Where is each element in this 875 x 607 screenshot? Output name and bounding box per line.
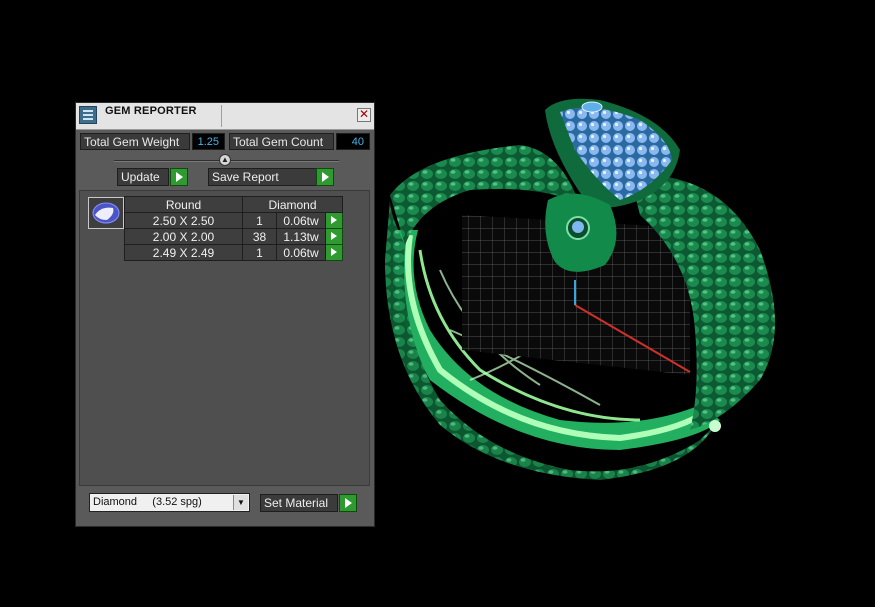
save-report-button[interactable]: Save Report xyxy=(208,168,318,186)
set-material-button[interactable]: Set Material xyxy=(260,494,338,512)
gem-count: 38 xyxy=(242,228,277,245)
gem-size: 2.49 X 2.49 xyxy=(124,244,243,261)
gem-weight: 1.13tw xyxy=(276,228,326,245)
round-gem-icon[interactable] xyxy=(88,197,124,229)
save-report-play-icon[interactable] xyxy=(316,168,334,186)
update-button[interactable]: Update xyxy=(117,168,169,186)
gem-weight: 0.06tw xyxy=(276,244,326,261)
table-row: 2.49 X 2.49 1 0.06tw xyxy=(124,244,343,261)
chevron-down-icon[interactable]: ▼ xyxy=(233,495,248,510)
table-row: 2.00 X 2.00 38 1.13tw xyxy=(124,228,343,245)
gem-size: 2.50 X 2.50 xyxy=(124,212,243,229)
collapse-icon[interactable]: ▲ xyxy=(219,154,231,166)
panel-title: GEM REPORTER xyxy=(105,105,197,117)
table-row: 2.50 X 2.50 1 0.06tw xyxy=(124,212,343,229)
total-gem-weight-label: Total Gem Weight xyxy=(80,133,190,150)
set-material-play-icon[interactable] xyxy=(339,494,357,512)
row-play-icon[interactable] xyxy=(325,228,343,245)
total-gem-count-label: Total Gem Count xyxy=(229,133,334,150)
material-select-value: Diamond (3.52 spg) xyxy=(93,496,202,508)
gem-weight: 0.06tw xyxy=(276,212,326,229)
update-play-icon[interactable] xyxy=(170,168,188,186)
material-select[interactable]: Diamond (3.52 spg) ▼ xyxy=(89,493,250,512)
total-gem-count-value: 40 xyxy=(336,133,370,150)
row-play-icon[interactable] xyxy=(325,244,343,261)
row-play-icon[interactable] xyxy=(325,212,343,229)
shape-header: Round xyxy=(124,196,243,213)
title-divider xyxy=(221,105,222,127)
gem-count: 1 xyxy=(242,244,277,261)
gem-list-area: Round Diamond 2.50 X 2.50 1 0.06tw 2.00 … xyxy=(79,190,370,486)
close-icon[interactable]: ✕ xyxy=(357,108,371,122)
gem-reporter-panel: GEM REPORTER ✕ Total Gem Weight 1.25 Tot… xyxy=(75,102,375,527)
gem-size: 2.00 X 2.00 xyxy=(124,228,243,245)
title-bar[interactable]: GEM REPORTER ✕ xyxy=(76,103,374,130)
gem-reporter-app-icon xyxy=(79,106,97,124)
total-gem-weight-value: 1.25 xyxy=(192,133,225,150)
gem-table: Round Diamond 2.50 X 2.50 1 0.06tw 2.00 … xyxy=(124,196,343,261)
material-header: Diamond xyxy=(242,196,343,213)
gem-count: 1 xyxy=(242,212,277,229)
